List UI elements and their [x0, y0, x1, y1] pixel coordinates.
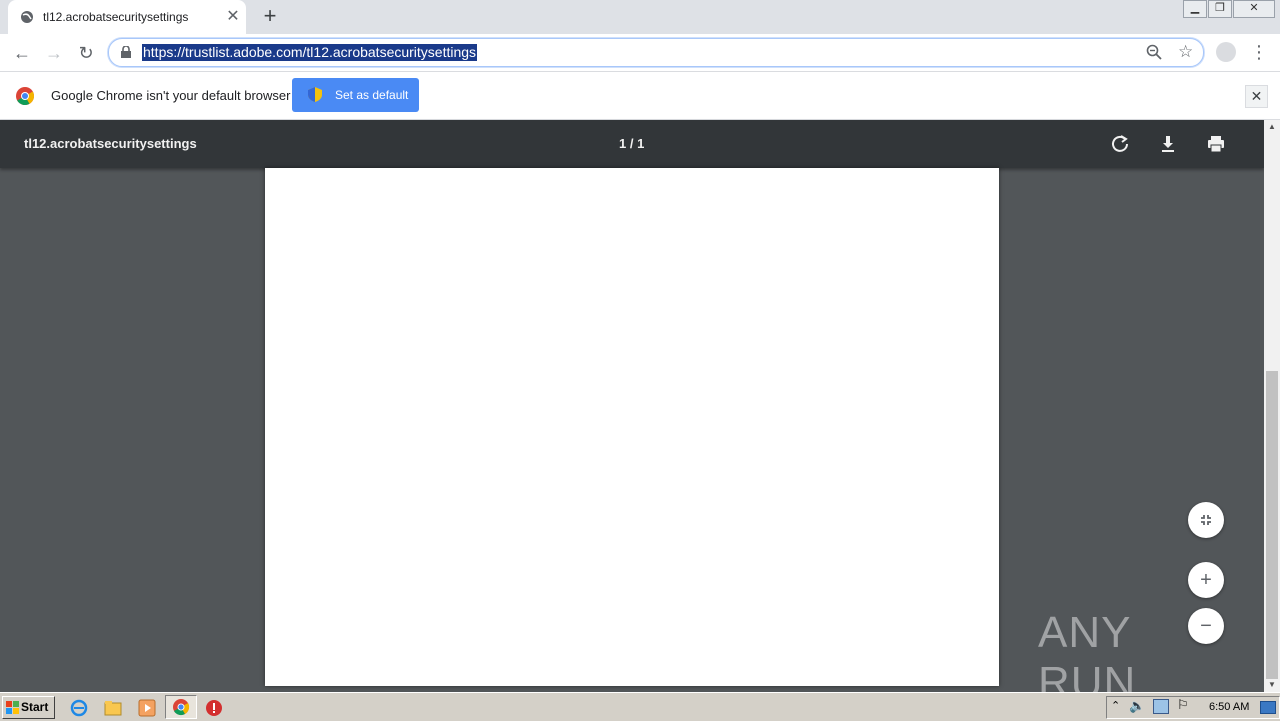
globe-icon: [21, 11, 33, 23]
zoom-in-button[interactable]: +: [1188, 562, 1224, 598]
browser-toolbar: ← → ↻ https://trustlist.adobe.com/tl12.a…: [0, 34, 1280, 72]
tray-expand-icon[interactable]: ⌃: [1111, 699, 1120, 712]
chrome-icon: [173, 699, 190, 716]
minimize-button[interactable]: ▁: [1183, 0, 1207, 18]
bookmark-star-icon[interactable]: ☆: [1178, 42, 1193, 62]
fit-to-page-button[interactable]: [1188, 502, 1224, 538]
pdf-page: [265, 168, 999, 686]
internet-explorer-icon[interactable]: [70, 699, 88, 717]
fit-to-page-icon: [1201, 515, 1211, 525]
set-as-default-label: Set as default: [335, 88, 409, 102]
show-desktop-icon[interactable]: [1260, 701, 1276, 714]
start-button[interactable]: Start: [2, 696, 55, 719]
pdf-title: tl12.acrobatsecuritysettings: [24, 136, 197, 151]
windows-flag-icon: [6, 701, 19, 714]
volume-icon[interactable]: 🔈: [1129, 698, 1145, 714]
pdf-toolbar: tl12.acrobatsecuritysettings 1 / 1: [0, 120, 1264, 168]
chrome-logo-icon: [16, 87, 34, 105]
default-browser-infobar: Google Chrome isn't your default browser…: [0, 72, 1280, 120]
page-indicator: 1 / 1: [619, 136, 645, 151]
infobar-close-icon[interactable]: ✕: [1245, 85, 1268, 108]
clock[interactable]: 6:50 AM: [1209, 701, 1249, 713]
stop-sign-icon[interactable]: [205, 699, 223, 717]
anyrun-watermark: ANY RUN: [1038, 608, 1137, 707]
address-bar[interactable]: https://trustlist.adobe.com/tl12.acrobat…: [108, 38, 1204, 67]
windows-taskbar: Start ⌃ 🔈 ⚐ 6:50 AM: [0, 692, 1280, 721]
file-explorer-icon[interactable]: [104, 699, 122, 717]
page-scrollbar[interactable]: ▲ ▼: [1264, 120, 1280, 692]
close-window-button[interactable]: ✕: [1233, 0, 1275, 18]
reload-icon[interactable]: ↻: [74, 41, 98, 65]
download-icon[interactable]: [1156, 132, 1180, 156]
profile-avatar-icon[interactable]: [1216, 42, 1236, 62]
scroll-up-arrow-icon[interactable]: ▲: [1264, 120, 1280, 134]
scroll-down-arrow-icon[interactable]: ▼: [1264, 678, 1280, 692]
url-text[interactable]: https://trustlist.adobe.com/tl12.acrobat…: [142, 44, 478, 61]
menu-icon[interactable]: ⋮: [1250, 42, 1268, 62]
infobar-message: Google Chrome isn't your default browser: [51, 88, 291, 103]
start-label: Start: [21, 700, 49, 714]
system-tray: ⌃ 🔈 ⚐ 6:50 AM: [1106, 696, 1280, 719]
media-player-icon[interactable]: [138, 699, 156, 717]
lock-icon: [121, 46, 131, 58]
forward-arrow-icon[interactable]: →: [42, 41, 66, 65]
back-arrow-icon[interactable]: ←: [10, 41, 34, 65]
new-tab-button[interactable]: +: [260, 5, 280, 27]
tab-close-icon[interactable]: ✕: [224, 8, 242, 26]
shield-icon: [308, 87, 322, 102]
network-icon[interactable]: [1153, 699, 1169, 714]
chrome-taskbar-button[interactable]: [165, 695, 197, 719]
tab-strip: tl12.acrobatsecuritysettings ✕ + ▁ ❐ ✕: [0, 0, 1280, 34]
zoom-icon[interactable]: [1146, 44, 1162, 60]
rotate-icon[interactable]: [1108, 132, 1132, 156]
tab-title: tl12.acrobatsecuritysettings: [43, 10, 189, 24]
tab-active[interactable]: tl12.acrobatsecuritysettings ✕: [8, 0, 246, 34]
print-icon[interactable]: [1204, 132, 1228, 156]
restore-button[interactable]: ❐: [1208, 0, 1232, 18]
set-as-default-button[interactable]: Set as default: [292, 78, 419, 112]
action-center-flag-icon[interactable]: ⚐: [1177, 697, 1189, 713]
scroll-thumb[interactable]: [1266, 371, 1278, 679]
